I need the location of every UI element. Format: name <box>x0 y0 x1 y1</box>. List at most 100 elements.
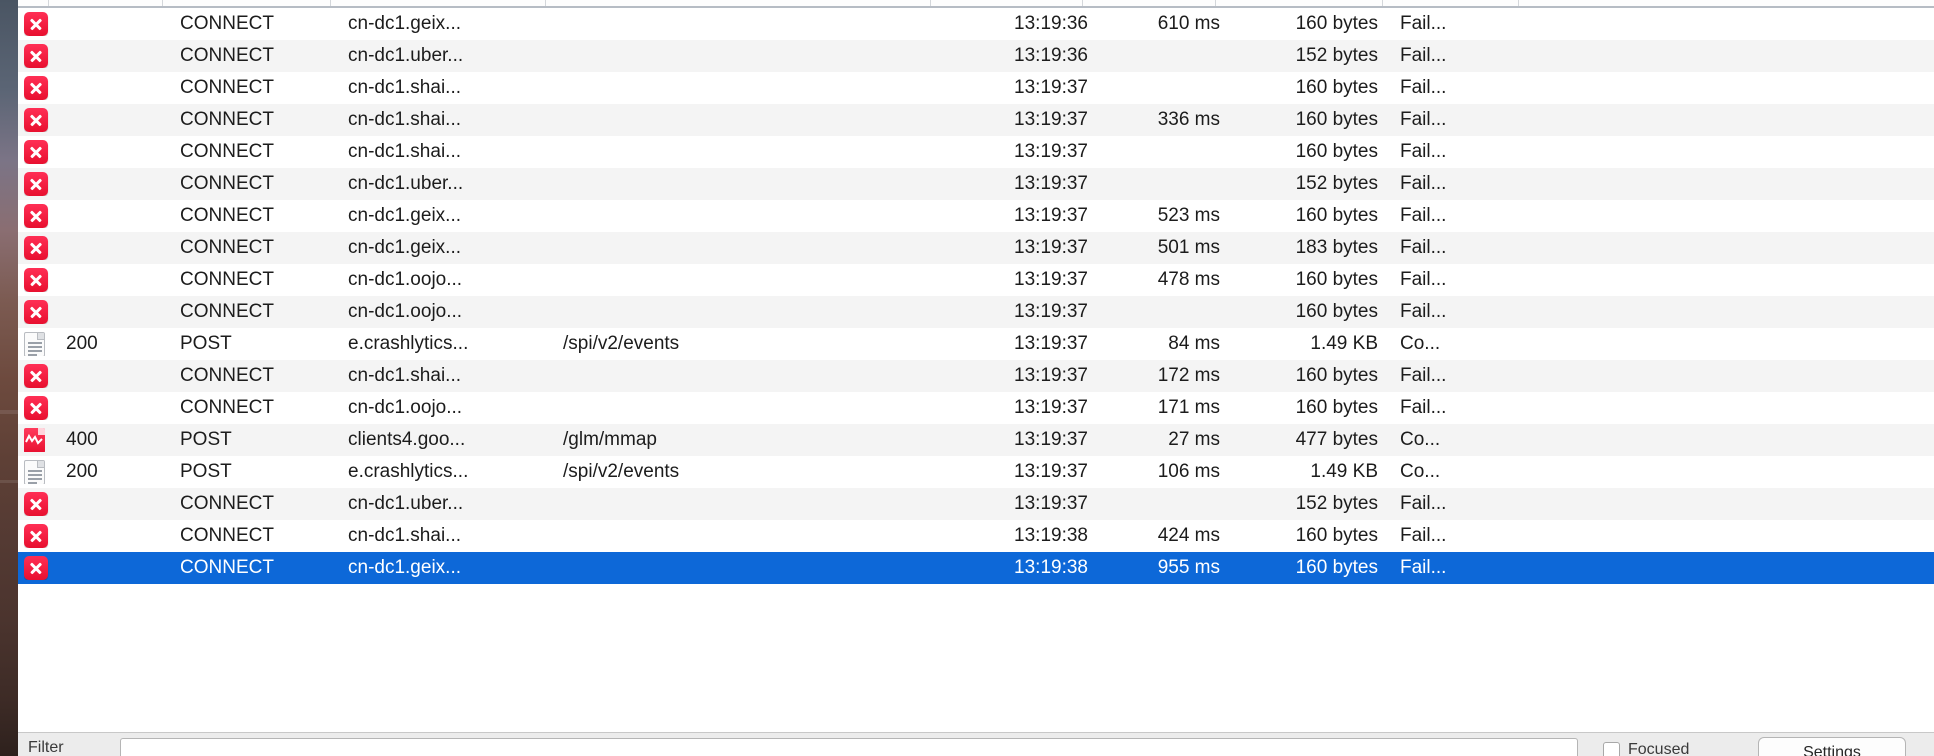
row-host-cell: cn-dc1.shai... <box>348 525 461 546</box>
filter-input[interactable] <box>120 738 1578 756</box>
row-size-cell: 477 bytes <box>1295 429 1378 450</box>
table-row[interactable]: CONNECT cn-dc1.geix... 13:19:38 955 ms 160 b… <box>18 552 1934 584</box>
table-row[interactable]: CONNECT cn-dc1.oojo... 13:19:37 171 ms 160 b… <box>18 392 1934 424</box>
row-method-cell: POST <box>180 461 232 482</box>
table-row[interactable]: CONNECT cn-dc1.shai... 13:19:37 160 bytes Fa… <box>18 72 1934 104</box>
table-header-row[interactable]: Code Method Host Path Start Duration Siz… <box>18 0 1934 8</box>
row-size-cell: 160 bytes <box>1295 141 1378 162</box>
column-separator[interactable] <box>545 0 546 6</box>
focused-checkbox-label: Focused <box>1628 741 1690 756</box>
row-status-icon-cell <box>24 556 54 580</box>
settings-button[interactable]: Settings <box>1758 737 1906 756</box>
row-status-icon-cell <box>24 44 54 68</box>
row-status-icon-cell <box>24 460 54 484</box>
row-method-cell: CONNECT <box>180 557 274 578</box>
row-start-cell: 13:19:37 <box>1014 205 1088 226</box>
table-row[interactable]: 200 POST e.crashlytics... /spi/v2/events 13:… <box>18 456 1934 488</box>
row-size-cell: 160 bytes <box>1295 525 1378 546</box>
column-separator[interactable] <box>1215 0 1216 6</box>
table-row[interactable]: CONNECT cn-dc1.uber... 13:19:36 152 bytes Fa… <box>18 40 1934 72</box>
row-start-cell: 13:19:36 <box>1014 45 1088 66</box>
column-separator[interactable] <box>162 0 163 6</box>
row-host-cell: cn-dc1.uber... <box>348 45 464 66</box>
column-separator[interactable] <box>330 0 331 6</box>
focused-checkbox[interactable] <box>1603 742 1620 756</box>
row-code-cell: 200 <box>66 461 98 482</box>
table-row[interactable]: 400 POST clients4.goo... /glm/mmap 13:19:37 2… <box>18 424 1934 456</box>
column-separator[interactable] <box>930 0 931 6</box>
column-separator[interactable] <box>1518 0 1519 6</box>
row-method-cell: CONNECT <box>180 525 274 546</box>
row-method-cell: CONNECT <box>180 141 274 162</box>
table-row[interactable]: CONNECT cn-dc1.geix... 13:19:36 610 ms 160 b… <box>18 8 1934 40</box>
row-start-cell: 13:19:36 <box>1014 13 1088 34</box>
row-host-cell: e.crashlytics... <box>348 461 469 482</box>
row-host-cell: cn-dc1.geix... <box>348 13 461 34</box>
error-icon <box>24 524 48 548</box>
table-row[interactable]: CONNECT cn-dc1.geix... 13:19:37 523 ms 160 b… <box>18 200 1934 232</box>
row-status-icon-cell <box>24 300 54 324</box>
table-row[interactable]: CONNECT cn-dc1.uber... 13:19:37 152 bytes Fa… <box>18 488 1934 520</box>
table-row[interactable]: CONNECT cn-dc1.shai... 13:19:37 172 ms 160 b… <box>18 360 1934 392</box>
column-separator[interactable] <box>1082 0 1083 6</box>
error-icon <box>24 140 48 164</box>
table-row[interactable]: CONNECT cn-dc1.uber... 13:19:37 152 bytes Fa… <box>18 168 1934 200</box>
row-host-cell: cn-dc1.geix... <box>348 557 461 578</box>
filter-label: Filter <box>28 739 64 756</box>
row-host-cell: e.crashlytics... <box>348 333 469 354</box>
row-size-cell: 152 bytes <box>1295 45 1378 66</box>
row-status-cell: Fail... <box>1400 173 1447 194</box>
row-size-cell: 160 bytes <box>1295 269 1378 290</box>
error-icon <box>24 492 48 516</box>
row-method-cell: CONNECT <box>180 13 274 34</box>
row-status-icon-cell <box>24 12 54 36</box>
table-row[interactable]: 200 POST e.crashlytics... /spi/v2/events 13:… <box>18 328 1934 360</box>
row-duration-cell: 955 ms <box>1157 557 1220 578</box>
table-row[interactable]: CONNECT cn-dc1.shai... 13:19:37 336 ms 160 b… <box>18 104 1934 136</box>
row-duration-cell: 501 ms <box>1157 237 1220 258</box>
row-status-cell: Co... <box>1400 333 1441 354</box>
table-row[interactable]: CONNECT cn-dc1.shai... 13:19:38 424 ms 160 b… <box>18 520 1934 552</box>
row-start-cell: 13:19:37 <box>1014 77 1088 98</box>
row-method-cell: POST <box>180 333 232 354</box>
row-method-cell: CONNECT <box>180 493 274 514</box>
row-start-cell: 13:19:37 <box>1014 461 1088 482</box>
chart-line-glyph <box>25 433 43 445</box>
row-status-cell: Fail... <box>1400 301 1447 322</box>
row-status-icon-cell <box>24 108 54 132</box>
table-row[interactable]: CONNECT cn-dc1.shai... 13:19:37 160 bytes Fa… <box>18 136 1934 168</box>
table-row[interactable]: CONNECT cn-dc1.geix... 13:19:37 501 ms 183 b… <box>18 232 1934 264</box>
row-method-cell: CONNECT <box>180 77 274 98</box>
doc-text-line <box>28 342 42 344</box>
row-size-cell: 160 bytes <box>1295 397 1378 418</box>
table-row[interactable]: CONNECT cn-dc1.oojo... 13:19:37 478 ms 160 b… <box>18 264 1934 296</box>
row-host-cell: cn-dc1.uber... <box>348 493 464 514</box>
row-duration-cell: 424 ms <box>1157 525 1220 546</box>
row-duration-cell: 171 ms <box>1157 397 1220 418</box>
row-method-cell: CONNECT <box>180 301 274 322</box>
row-status-icon-cell <box>24 332 54 356</box>
row-host-cell: cn-dc1.geix... <box>348 205 461 226</box>
row-status-cell: Fail... <box>1400 557 1447 578</box>
column-separator[interactable] <box>1382 0 1383 6</box>
row-status-icon-cell <box>24 204 54 228</box>
row-size-cell: 1.49 KB <box>1310 333 1378 354</box>
row-method-cell: CONNECT <box>180 397 274 418</box>
row-status-cell: Fail... <box>1400 45 1447 66</box>
column-separator[interactable] <box>48 0 49 6</box>
error-icon <box>24 236 48 260</box>
row-start-cell: 13:19:37 <box>1014 397 1088 418</box>
table-row[interactable]: CONNECT cn-dc1.oojo... 13:19:37 160 bytes Fa… <box>18 296 1934 328</box>
row-status-icon-cell <box>24 76 54 100</box>
row-host-cell: cn-dc1.shai... <box>348 141 461 162</box>
row-status-icon-cell <box>24 364 54 388</box>
doc-text-line <box>28 478 42 480</box>
row-start-cell: 13:19:37 <box>1014 493 1088 514</box>
row-status-cell: Fail... <box>1400 493 1447 514</box>
row-size-cell: 152 bytes <box>1295 173 1378 194</box>
error-icon <box>24 268 48 292</box>
row-duration-cell: 336 ms <box>1157 109 1220 130</box>
row-size-cell: 160 bytes <box>1295 109 1378 130</box>
row-duration-cell: 478 ms <box>1157 269 1220 290</box>
error-icon <box>24 44 48 68</box>
